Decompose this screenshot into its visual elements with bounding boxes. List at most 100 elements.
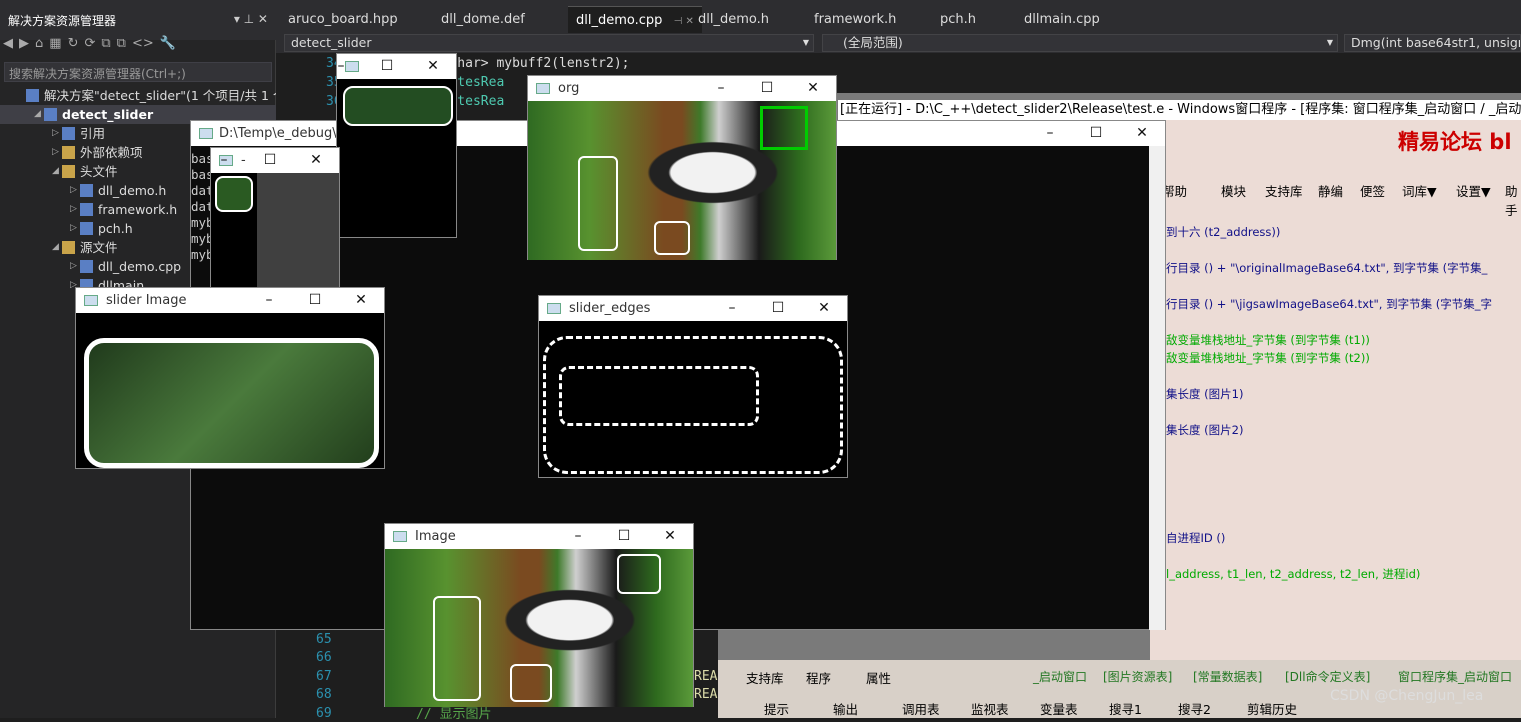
maximize-button[interactable]: ☐ [601,524,647,549]
toolbar-icon[interactable]: ▦ [49,36,61,51]
sheet-tab[interactable]: [常量数据表] [1193,668,1262,685]
tab-pch-h[interactable]: pch.h [940,6,976,33]
close-button[interactable]: ✕ [1119,121,1165,146]
banner: 精易论坛 bl [1398,130,1512,154]
sheet-tab[interactable]: 窗口程序集_启动窗口 [1398,668,1512,685]
menu-item[interactable]: 模块 [1221,181,1246,200]
toolbar-icon[interactable]: ◀ [3,36,13,51]
sheet-tab[interactable]: [Dll命令定义表] [1285,668,1370,685]
puzzle-outline [654,221,690,255]
toolbar-icon[interactable]: ⌂ [35,36,43,51]
expand-arrow-icon[interactable]: ▷ [70,181,77,200]
expand-arrow-icon[interactable]: ▷ [52,124,59,143]
minimize-button[interactable]: – [1027,121,1073,146]
toolbar-icon[interactable]: ⧉ [117,36,126,51]
panel-tab[interactable]: 程序 [806,668,831,687]
menu-item[interactable]: 词库▼ [1402,181,1437,200]
maximize-button[interactable]: ☐ [292,288,338,313]
scrollbar[interactable] [1149,146,1165,630]
toolbar-icon[interactable]: 🔧 [160,36,176,51]
bottom-tab[interactable]: 变量表 [1040,699,1078,718]
file-icon [80,260,93,273]
maximize-button[interactable]: ☐ [755,296,801,321]
tab-dll_demo-cpp[interactable]: dll_demo.cpp ⊣ ✕ [568,6,702,33]
tab-aruco_board-hpp[interactable]: aruco_board.hpp [288,6,398,33]
menu-item[interactable]: 便签 [1360,181,1385,200]
expand-arrow-icon[interactable]: ◢ [52,238,59,257]
watermark: CSDN @ChengJun_lea [1330,688,1484,704]
minimize-button[interactable]: – [201,148,247,173]
bottom-tab[interactable]: 搜寻1 [1109,699,1142,718]
e-code-line: 集长度 (图片1) [1166,387,1244,401]
e-code-line: 集长度 (图片2) [1166,423,1244,437]
titlebar: – ☐ ✕ [337,54,456,79]
expand-arrow-icon[interactable]: ▷ [70,219,77,238]
window-icon [393,531,407,542]
menu-item[interactable]: 助手 [1505,181,1521,219]
toolbar-icon[interactable]: ⟳ [84,36,95,51]
maximize-button[interactable]: ☐ [1073,121,1119,146]
maximize-button[interactable]: ☐ [744,76,790,101]
sheet-tab[interactable]: [图片资源表] [1103,668,1172,685]
line-number: 68 [316,687,332,702]
tab-dll_demo-h[interactable]: dll_demo.h [698,6,769,33]
function-dropdown[interactable]: Dmg(int base64str1, unsign [1344,34,1521,52]
bottom-tab[interactable]: 监视表 [971,699,1009,718]
bottom-tab[interactable]: 剪辑历史 [1247,699,1297,718]
expand-arrow-icon[interactable]: ▷ [70,200,77,219]
expand-arrow-icon[interactable]: ◢ [34,105,41,124]
window-controls: – ☐ ✕ [318,54,456,79]
minimize-button[interactable]: – [318,54,364,79]
navigation-bar: detect_slider ▼ (全局范围) ▼ Dmg(int base64str… [276,33,1521,53]
minimize-button[interactable]: – [555,524,601,549]
menu-item[interactable]: 静编 [1318,181,1343,200]
tree-item-label: framework.h [98,202,178,217]
window-icon [84,295,98,306]
solution-search-input[interactable]: 搜索解决方案资源管理器(Ctrl+;) [4,62,272,82]
window-controls: – ☐ ✕ [1027,121,1165,146]
close-button[interactable]: ✕ [410,54,456,79]
menu-item[interactable]: 支持库 [1265,181,1303,200]
bottom-tab[interactable]: 提示 [764,699,789,718]
scope-dropdown[interactable]: (全局范围) ▼ [822,34,1338,52]
e-code-line: 敌变量堆栈地址_字节集 (到字节集 (t1)) [1166,333,1370,347]
sheet-tab[interactable]: _启动窗口 [1033,668,1087,685]
close-button[interactable]: ✕ [338,288,384,313]
toolbar-icon[interactable]: ↻ [68,36,79,51]
close-button[interactable]: ✕ [647,524,693,549]
expand-arrow-icon[interactable]: ▷ [70,257,77,276]
panel-tab[interactable]: 支持库 [746,668,784,687]
tab-dllmain-cpp[interactable]: dllmain.cpp [1024,6,1100,33]
panel-tab[interactable]: 属性 [866,668,891,687]
maximize-button[interactable]: ☐ [247,148,293,173]
menu-item[interactable]: 设置▼ [1456,181,1491,200]
bottom-tab[interactable]: 搜寻2 [1178,699,1211,718]
minimize-button[interactable]: – [698,76,744,101]
minimize-button[interactable]: – [709,296,755,321]
close-icon[interactable]: ▾ ⊥ ✕ [234,12,268,26]
file-icon [62,241,75,254]
toolbar-icon[interactable]: ⧉ [101,36,110,51]
toolbar-icon[interactable]: ▶ [19,36,29,51]
project-dropdown[interactable]: detect_slider ▼ [284,34,814,52]
titlebar: slider_edges – ☐ ✕ [539,296,847,321]
tree-item[interactable]: 解决方案"detect_slider"(1 个项目/共 1 个) [0,86,290,105]
toolbar-icon[interactable]: <> [132,36,154,51]
file-icon [80,184,93,197]
bottom-tab[interactable]: 输出 [833,699,858,718]
expand-arrow-icon[interactable]: ◢ [52,162,59,181]
tab-dll_dome-def[interactable]: dll_dome.def [441,6,525,33]
minimize-button[interactable]: – [246,288,292,313]
file-icon [26,89,39,102]
code-text: REA [694,669,718,684]
tab-framework-h[interactable]: framework.h [814,6,896,33]
file-icon [80,222,93,235]
window-icon [547,303,561,314]
tab-close-icon[interactable]: ⊣ ✕ [670,16,694,27]
close-button[interactable]: ✕ [801,296,847,321]
close-button[interactable]: ✕ [293,148,339,173]
maximize-button[interactable]: ☐ [364,54,410,79]
expand-arrow-icon[interactable]: ▷ [52,143,59,162]
close-button[interactable]: ✕ [790,76,836,101]
bottom-tab[interactable]: 调用表 [902,699,940,718]
